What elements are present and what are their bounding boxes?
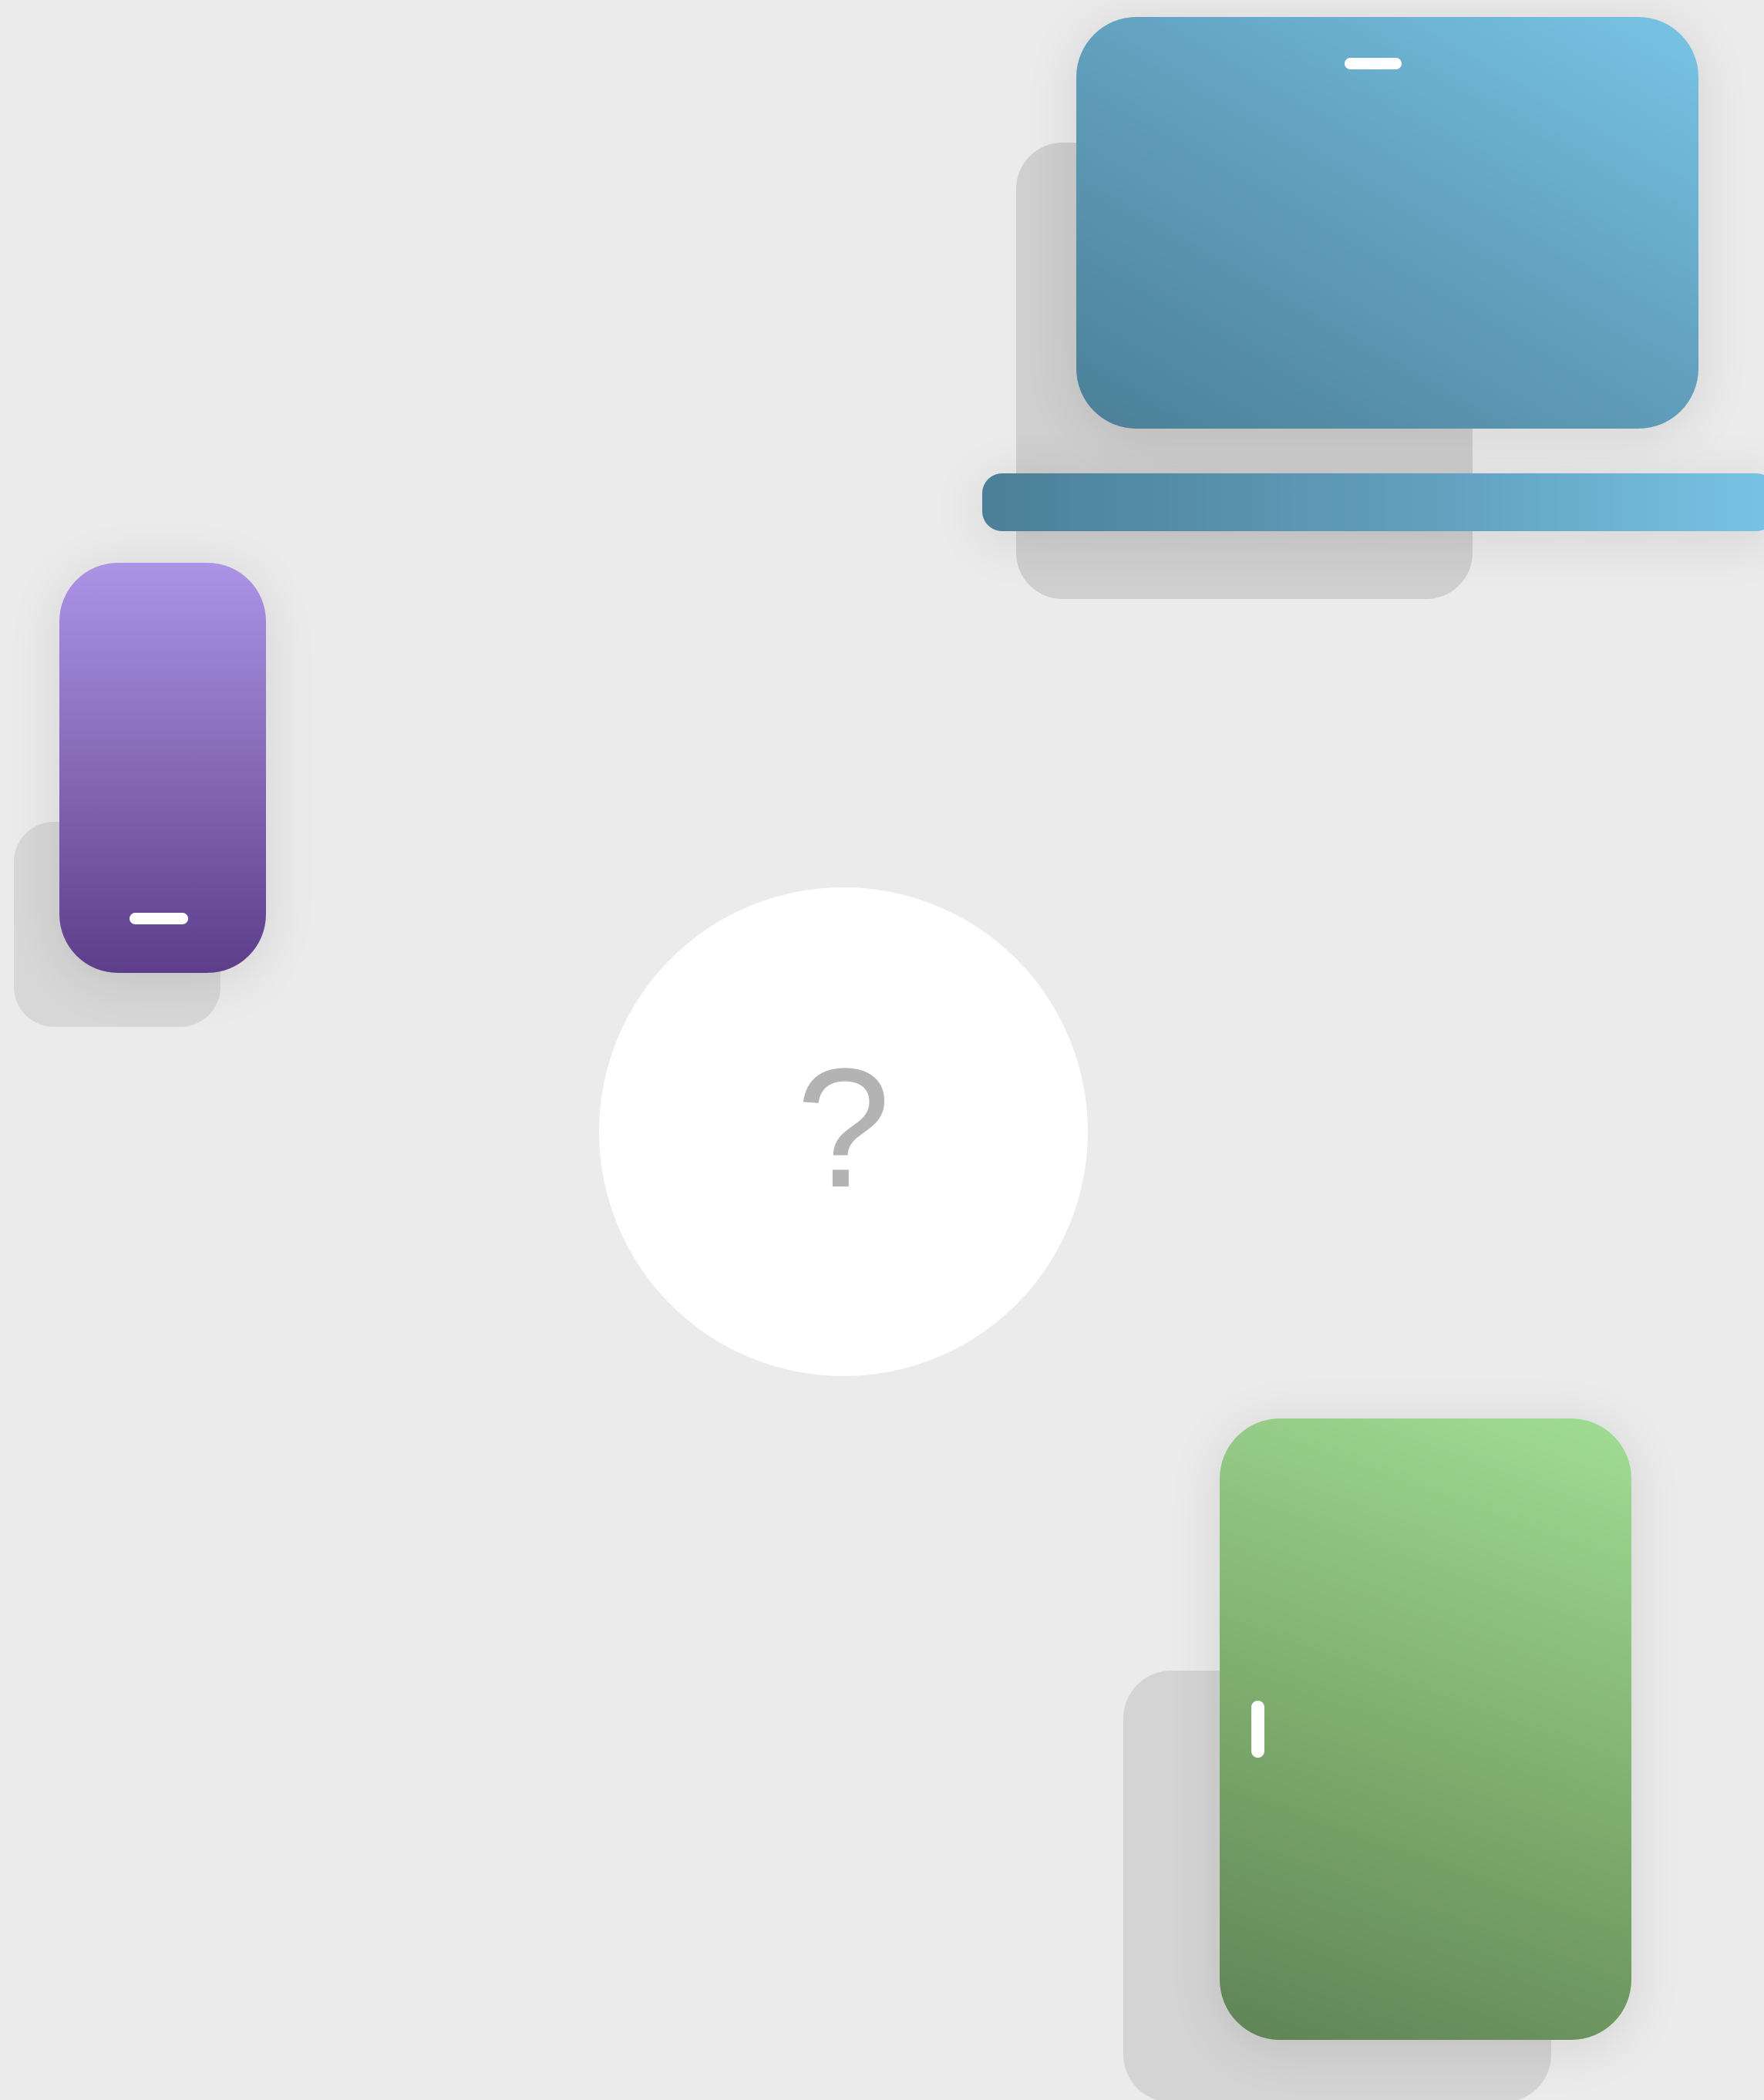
laptop-icon-base xyxy=(982,473,1764,531)
illustration-canvas: ? xyxy=(0,0,1764,2100)
tablet-home-bar xyxy=(1251,1701,1264,1758)
question-mark-icon: ? xyxy=(796,1033,891,1223)
smartphone-home-bar xyxy=(130,913,188,924)
laptop-camera-notch xyxy=(1345,58,1402,69)
laptop-icon-screen xyxy=(1076,17,1698,429)
smartphone-icon xyxy=(59,563,266,973)
question-mark-circle: ? xyxy=(599,887,1088,1376)
tablet-icon xyxy=(1220,1419,1631,2040)
